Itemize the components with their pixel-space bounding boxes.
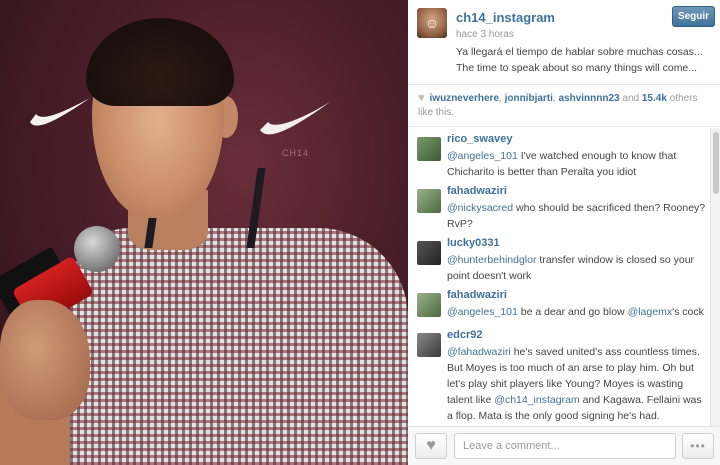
- comment-avatar[interactable]: [417, 241, 441, 265]
- avatar[interactable]: ☺: [417, 8, 447, 38]
- divider: [408, 84, 720, 85]
- post-username[interactable]: ch14_instagram: [456, 10, 555, 25]
- comment-text: @angeles_101 be a dear and go blow @lage…: [447, 304, 707, 320]
- mention-link[interactable]: @fahadwaziri: [447, 346, 511, 358]
- heart-icon: ♥: [426, 437, 436, 454]
- comment-text: @fahadwaziri he's saved united's ass cou…: [447, 344, 707, 424]
- liker-link[interactable]: ashvinnnn23: [558, 93, 619, 104]
- checked-shirt: [70, 228, 408, 465]
- comments-list[interactable]: rico_swavey @angeles_101 I've watched eno…: [408, 128, 708, 426]
- comment-username[interactable]: fahadwaziri: [447, 185, 507, 197]
- mention-link[interactable]: @angeles_101: [447, 306, 518, 318]
- post-timestamp: hace 3 horas: [456, 29, 514, 40]
- heart-icon: ♥: [418, 92, 425, 104]
- mention-link[interactable]: @nickysacred: [447, 202, 513, 214]
- more-options-button[interactable]: •••: [682, 433, 714, 459]
- post-header: ☺ ch14_instagram hace 3 horas Seguir Ya …: [408, 0, 720, 84]
- more-icon: •••: [690, 439, 706, 453]
- comment-text-part: be a dear and go blow: [517, 306, 628, 318]
- comment-username[interactable]: fahadwaziri: [447, 289, 507, 301]
- nike-swoosh-left: [30, 98, 90, 126]
- microphone-icon: [74, 226, 120, 272]
- scrollbar-thumb[interactable]: [713, 132, 719, 194]
- comment-username[interactable]: lucky0331: [447, 237, 500, 249]
- mention-link[interactable]: @hunterbehindglor: [447, 254, 536, 266]
- nike-swoosh-right: [260, 102, 330, 135]
- comment-avatar[interactable]: [417, 137, 441, 161]
- post-caption: Ya llegará el tiempo de hablar sobre muc…: [456, 44, 714, 76]
- caption-line: The time to speak about so many things w…: [456, 62, 698, 74]
- post-side-panel: ☺ ch14_instagram hace 3 horas Seguir Ya …: [408, 0, 720, 465]
- liker-link[interactable]: jonnibjarti: [505, 93, 553, 104]
- comment-username[interactable]: edcr92: [447, 329, 482, 341]
- comment-text: @angeles_101 I've watched enough to know…: [447, 148, 707, 180]
- comment-avatar[interactable]: [417, 333, 441, 357]
- mention-link[interactable]: @angeles_101: [447, 150, 518, 162]
- mention-link[interactable]: @ch14_instagram: [494, 394, 579, 406]
- likes-and: and: [622, 93, 640, 104]
- comment-footer: ♥ •••: [408, 426, 720, 465]
- comment-avatar[interactable]: [417, 189, 441, 213]
- comment-text-part: 's cock: [672, 306, 704, 318]
- comment-input[interactable]: [454, 433, 676, 459]
- hand: [0, 300, 90, 420]
- comments-scrollbar[interactable]: [710, 128, 720, 426]
- comment-avatar[interactable]: [417, 293, 441, 317]
- likes-summary: ♥ iwuzneverhere, jonnibjarti, ashvinnnn23…: [418, 92, 698, 118]
- divider: [408, 126, 720, 127]
- backdrop-text: CH14: [282, 148, 310, 158]
- comment-username[interactable]: rico_swavey: [447, 133, 512, 145]
- follow-button[interactable]: Seguir: [672, 6, 715, 27]
- comment-text: @hunterbehindglor transfer window is clo…: [447, 252, 707, 284]
- post-photo[interactable]: CH14: [0, 0, 408, 465]
- likes-count[interactable]: 15.4k: [642, 93, 667, 104]
- mention-link[interactable]: @lagemx: [628, 306, 673, 318]
- caption-line: Ya llegará el tiempo de hablar sobre muc…: [456, 46, 703, 58]
- hair: [86, 18, 234, 106]
- comment-text: @nickysacred who should be sacrificed th…: [447, 200, 707, 232]
- liker-link[interactable]: iwuzneverhere: [430, 93, 499, 104]
- like-button[interactable]: ♥: [415, 433, 447, 459]
